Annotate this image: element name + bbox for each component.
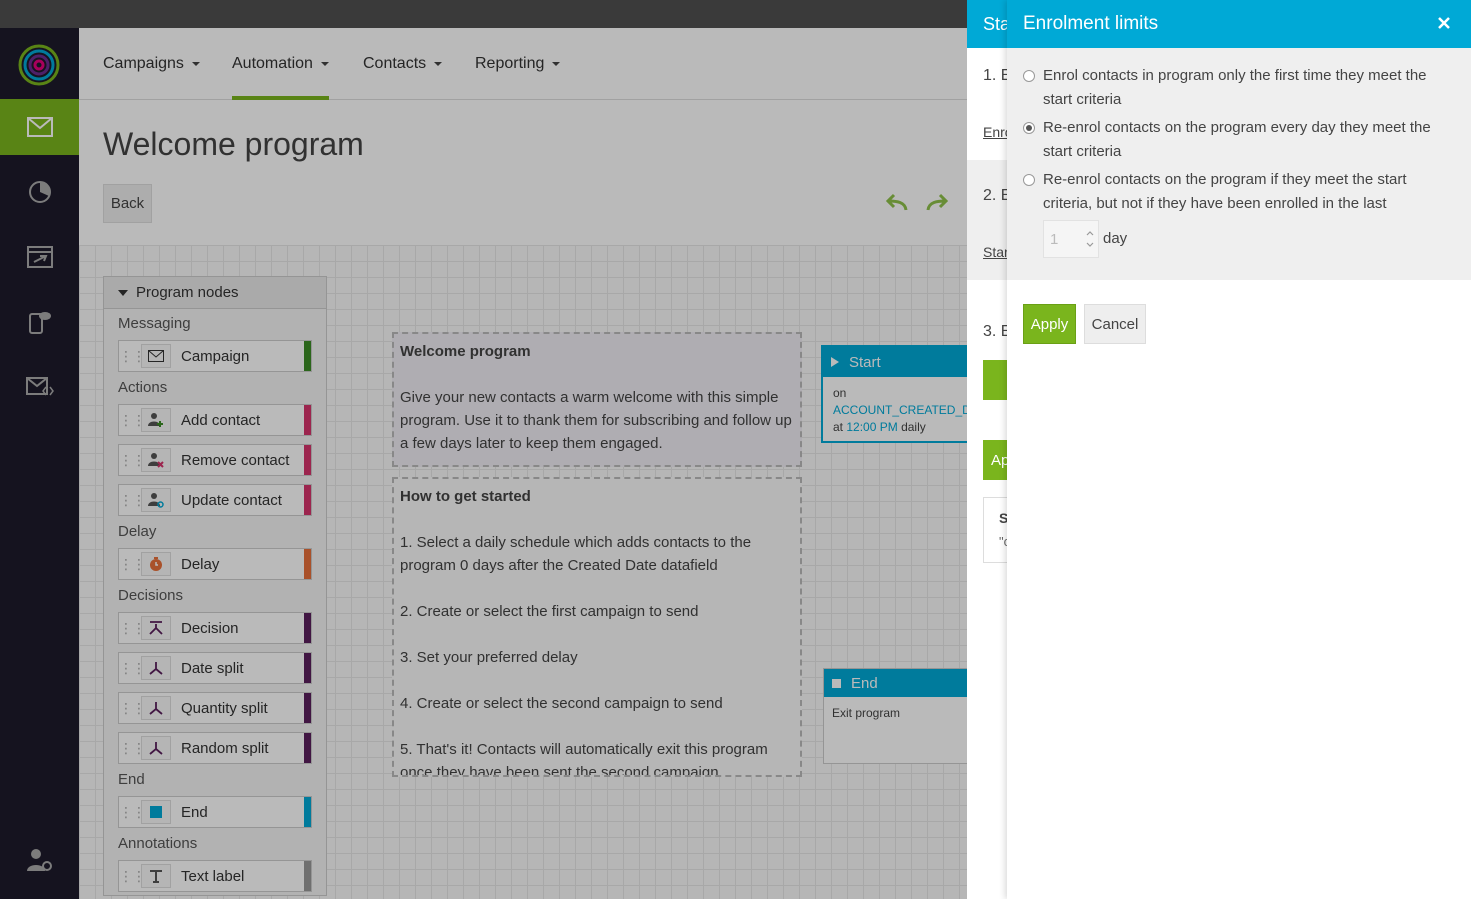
option-not-in-last[interactable]: Re-enrol contacts on the program if they… <box>1023 168 1453 216</box>
option-every-day[interactable]: Re-enrol contacts on the program every d… <box>1023 116 1453 164</box>
days-stepper[interactable]: 1 <box>1043 220 1099 258</box>
apply-button[interactable]: Apply <box>1023 304 1076 344</box>
enrolment-options: Enrol contacts in program only the first… <box>1007 48 1471 280</box>
enrolment-limits-panel: Enrolment limits Enrol contacts in progr… <box>1007 0 1471 899</box>
radio-every-day[interactable] <box>1023 122 1035 134</box>
option-first-time[interactable]: Enrol contacts in program only the first… <box>1023 64 1453 112</box>
days-unit-label: day <box>1103 230 1128 247</box>
radio-first-time[interactable] <box>1023 70 1035 82</box>
radio-not-in-last[interactable] <box>1023 174 1035 186</box>
start-link[interactable]: Star <box>983 244 1009 260</box>
stepper-arrows-icon[interactable] <box>1086 229 1094 253</box>
panel-title: Enrolment limits <box>1023 13 1159 34</box>
panel-header: Enrolment limits <box>1007 0 1471 48</box>
close-icon[interactable] <box>1435 14 1453 32</box>
modal-overlay[interactable] <box>0 28 967 899</box>
cancel-button[interactable]: Cancel <box>1084 304 1146 344</box>
